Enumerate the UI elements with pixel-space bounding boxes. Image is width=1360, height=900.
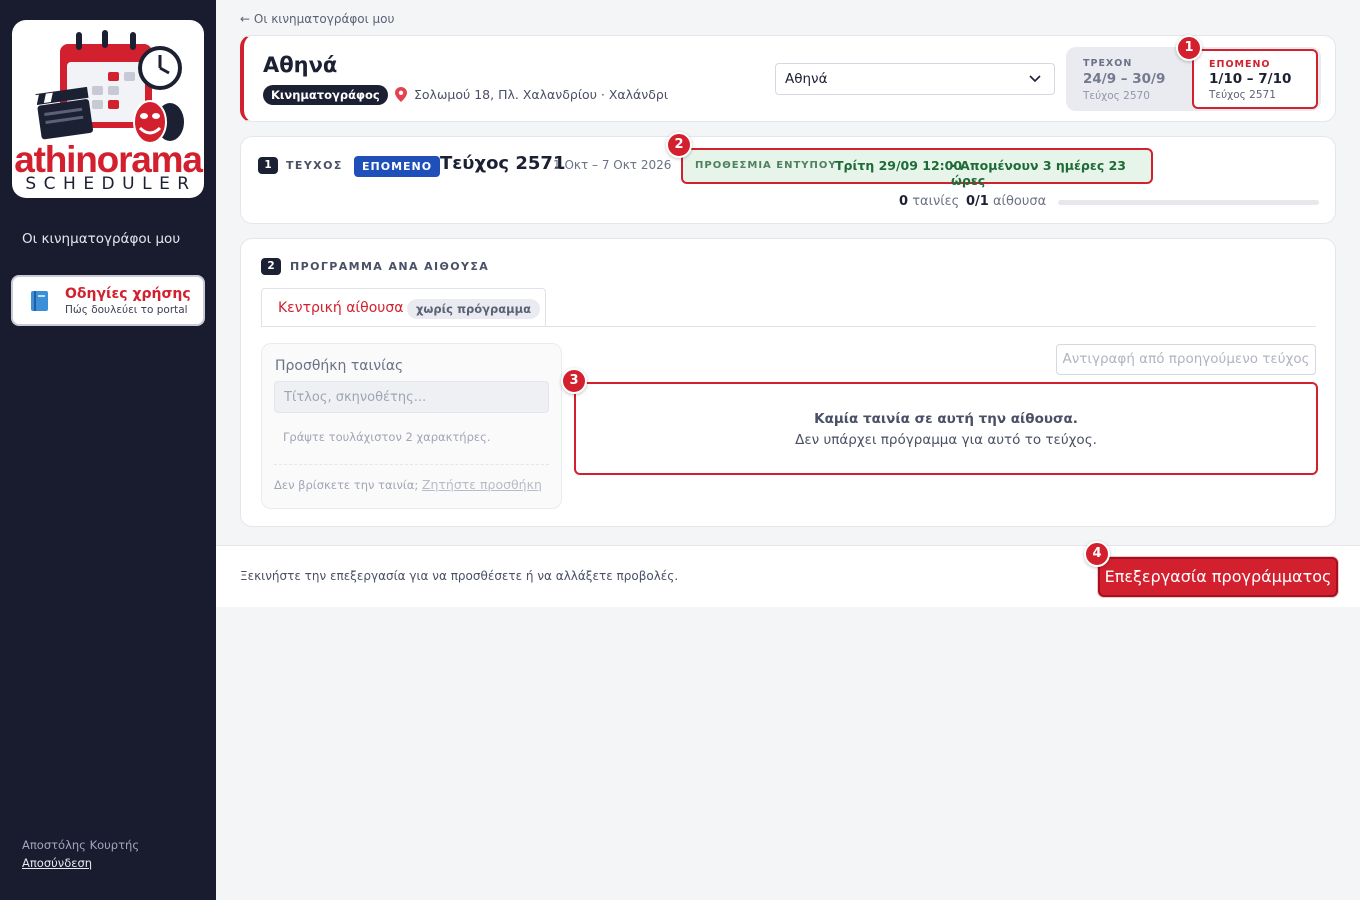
step-number: 2 [261,258,281,275]
empty-subtitle: Δεν υπάρχει πρόγραμμα για αυτό το τεύχος… [795,432,1097,448]
issue-card: 1 ΤΕΥΧΟΣ ΕΠΟΜΕΝΟ Τεύχος 2571 1 Οκτ – 7 Ο… [240,136,1336,224]
current-issue-label: ΤΡΕΧΟΝ [1083,58,1133,69]
deadline-label: ΠΡΟΘΕΣΜΙΑ ΕΝΤΥΠΟΥ [695,160,837,171]
films-stat: 0 ταινίες [899,194,959,209]
current-issue-number: Τεύχος 2570 [1083,90,1150,102]
user-name: Αποστόλης Κουρτής [22,838,140,852]
add-film-title: Προσθήκη ταινίας [275,358,404,374]
rooms-label: αίθουσα [992,194,1047,209]
print-deadline-banner: ΠΡΟΘΕΣΜΙΑ ΕΝΤΥΠΟΥ Τρίτη 29/09 12:00 · Απ… [681,148,1153,188]
cinema-name: Αθηνά [263,53,338,77]
marker-4: 4 [1084,541,1110,567]
issue-title: Τεύχος 2571 [440,153,566,174]
marker-1: 1 [1176,35,1202,61]
back-to-cinemas-link[interactable]: ← Οι κινηματογράφοι μου [240,12,394,26]
progress-bar [1058,200,1319,205]
add-film-panel: Προσθήκη ταινίας Γράψτε τουλάχιστον 2 χα… [261,343,562,509]
issue-dates: 1 Οκτ – 7 Οκτ 2026 [553,158,672,172]
help-subtitle: Πώς δουλεύει το portal [65,304,188,316]
rooms-stat: 0/1 αίθουσα [966,194,1046,209]
missing-film-row: Δεν βρίσκετε την ταινία; Ζητήστε προσθήκ… [274,477,542,492]
search-hint: Γράψτε τουλάχιστον 2 χαρακτήρες. [283,430,491,444]
deadline-remaining: · Απομένουν 3 ημέρες 23 ώρες [951,158,1126,188]
cinema-select[interactable]: Αθηνά [775,63,1055,95]
location-pin-icon [395,87,407,102]
film-search-input[interactable] [274,381,549,413]
request-addition-link[interactable]: Ζητήστε προσθήκη [422,477,542,492]
program-card: 2 ΠΡΟΓΡΑΜΜΑ ΑΝΑ ΑΙΘΟΥΣΑ Κεντρική αίθουσα… [240,238,1336,527]
copy-previous-button[interactable]: Αντιγραφή από προηγούμενο τεύχος [1056,344,1316,375]
help-guide-link[interactable]: Οδηγίες χρήσης Πώς δουλεύει το portal [11,275,205,326]
sidebar: athinorama SCHEDULER Οι κινηματογράφοι μ… [0,0,216,900]
logout-link[interactable]: Αποσύνδεση [22,856,92,870]
cinema-type-badge: Κινηματογράφος [263,85,388,105]
next-issue-option[interactable]: ΕΠΟΜΕΝΟ 1/10 – 7/10 Τεύχος 2571 [1192,49,1318,109]
action-hint: Ξεκινήστε την επεξεργασία για να προσθέσ… [240,569,679,583]
step-number: 1 [258,157,278,174]
marker-2: 2 [666,132,692,158]
section-label: ΤΕΥΧΟΣ [286,159,343,172]
logo-subtitle: SCHEDULER [25,174,197,194]
cinema-select-value: Αθηνά [785,71,828,87]
cinema-address: Σολωμού 18, Πλ. Χαλανδρίου · Χαλάνδρι [414,87,669,102]
current-issue-range: 24/9 – 30/9 [1083,71,1166,87]
tab-label: Κεντρική αίθουσα [278,300,404,316]
films-label: ταινίες [912,194,960,209]
action-bar: Ξεκινήστε την επεξεργασία για να προσθέσ… [216,545,1360,607]
rooms-count: 0/1 [966,194,989,209]
films-count: 0 [899,194,909,209]
next-issue-range: 1/10 – 7/10 [1209,71,1292,87]
athinorama-scheduler-logo[interactable]: athinorama SCHEDULER [12,20,204,198]
help-title: Οδηγίες χρήσης [65,286,191,302]
section-label: ΠΡΟΓΡΑΜΜΑ ΑΝΑ ΑΙΘΟΥΣΑ [290,260,490,273]
empty-program-box: Καμία ταινία σε αυτή την αίθουσα. Δεν υπ… [574,382,1318,475]
edit-program-button[interactable]: Επεξεργασία προγράμματος [1098,557,1338,597]
next-issue-label: ΕΠΟΜΕΝΟ [1209,59,1271,70]
missing-film-text: Δεν βρίσκετε την ταινία; [274,478,419,492]
chevron-down-icon [1029,75,1041,83]
current-issue-option[interactable]: ΤΡΕΧΟΝ 24/9 – 30/9 Τεύχος 2570 [1066,47,1190,111]
cinema-header-card: Αθηνά Κινηματογράφος Σολωμού 18, Πλ. Χαλ… [240,35,1336,122]
tab-main-room[interactable]: Κεντρική αίθουσα χωρίς πρόγραμμα [261,288,546,327]
next-issue-number: Τεύχος 2571 [1209,89,1276,101]
deadline-date: Τρίτη 29/09 12:00 [835,158,963,173]
marker-3: 3 [561,368,587,394]
divider [274,464,549,465]
no-program-badge: χωρίς πρόγραμμα [407,299,540,319]
next-issue-badge: ΕΠΟΜΕΝΟ [354,156,441,177]
empty-title: Καμία ταινία σε αυτή την αίθουσα. [814,411,1078,427]
book-icon [31,291,48,311]
tab-divider [261,326,1316,327]
sidebar-item-my-cinemas[interactable]: Οι κινηματογράφοι μου [22,231,180,247]
